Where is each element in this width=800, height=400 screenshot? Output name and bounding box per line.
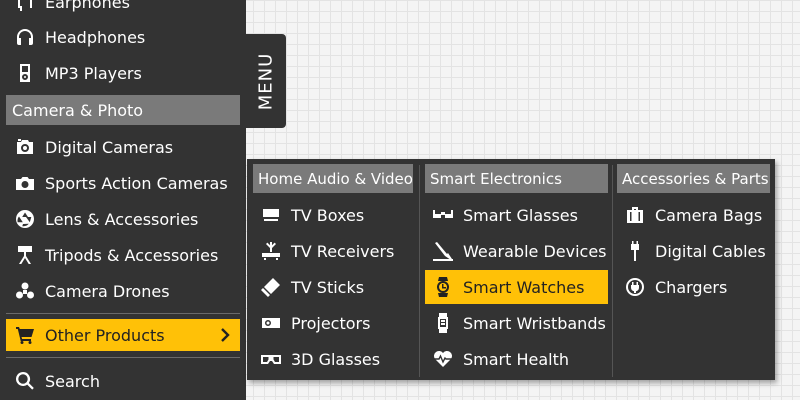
- menu-item-digital-cables[interactable]: Digital Cables: [617, 234, 770, 268]
- sidebar-section-camera-photo[interactable]: Camera & Photo: [6, 95, 240, 125]
- sidebar-item-label: Other Products: [45, 325, 165, 345]
- menu-item-smart-glasses[interactable]: Smart Glasses: [425, 198, 608, 232]
- menu-item-label: Smart Health: [463, 349, 570, 369]
- sidebar: Earphones Headphones MP3 Players Camera …: [0, 0, 246, 400]
- sidebar-item-label: Search: [45, 371, 100, 391]
- wristband-icon: [432, 313, 454, 333]
- menu-item-wearable-devices[interactable]: Wearable Devices: [425, 234, 608, 268]
- wearable-icon: [432, 241, 454, 261]
- menu-item-smart-health[interactable]: Smart Health: [425, 342, 608, 376]
- sidebar-item-earphones[interactable]: Earphones: [6, 0, 240, 18]
- menu-item-label: Smart Watches: [463, 277, 585, 297]
- sidebar-item-label: Headphones: [45, 27, 146, 47]
- menu-item-camera-bags[interactable]: Camera Bags: [617, 198, 770, 232]
- column-header[interactable]: Home Audio & Video: [253, 164, 413, 193]
- menu-tab-label: MENU: [255, 52, 277, 110]
- tripod-icon: [14, 245, 36, 265]
- sidebar-item-other-products[interactable]: Other Products: [6, 319, 240, 351]
- menu-item-label: TV Receivers: [291, 241, 395, 261]
- sidebar-divider: [6, 357, 240, 358]
- menu-item-3d-glasses[interactable]: 3D Glasses: [253, 342, 413, 376]
- mega-column-accessories-parts: Accessories & Parts Camera Bags Digital …: [613, 159, 775, 380]
- tv-receiver-icon: [260, 241, 282, 261]
- column-header[interactable]: Accessories & Parts: [617, 164, 770, 193]
- section-header-label: Camera & Photo: [12, 100, 144, 120]
- charger-plug-icon: [624, 277, 646, 297]
- menu-item-label: TV Sticks: [291, 277, 365, 297]
- sidebar-item-label: Sports Action Cameras: [45, 173, 228, 193]
- menu-item-label: TV Boxes: [291, 205, 365, 225]
- action-camera-icon: [14, 173, 36, 193]
- sidebar-item-search[interactable]: Search: [6, 365, 240, 397]
- menu-item-label: Camera Bags: [655, 205, 763, 225]
- sidebar-item-label: Earphones: [45, 0, 130, 12]
- sidebar-item-tripods-accessories[interactable]: Tripods & Accessories: [6, 239, 240, 271]
- tv-stick-icon: [260, 277, 282, 297]
- menu-item-label: Wearable Devices: [463, 241, 607, 261]
- heartbeat-icon: [432, 349, 454, 369]
- menu-item-label: 3D Glasses: [291, 349, 381, 369]
- sidebar-item-digital-cameras[interactable]: Digital Cameras: [6, 131, 240, 163]
- menu-item-label: Chargers: [655, 277, 728, 297]
- drone-icon: [14, 281, 36, 301]
- menu-item-smart-watches[interactable]: Smart Watches: [425, 270, 608, 304]
- menu-item-label: Smart Wristbands: [463, 313, 606, 333]
- menu-item-projectors[interactable]: Projectors: [253, 306, 413, 340]
- camera-bag-icon: [624, 205, 646, 225]
- 3d-glasses-icon: [260, 349, 282, 369]
- sidebar-item-mp3-players[interactable]: MP3 Players: [6, 57, 240, 89]
- smart-glasses-icon: [432, 205, 454, 225]
- sidebar-item-label: MP3 Players: [45, 63, 142, 83]
- menu-item-smart-wristbands[interactable]: Smart Wristbands: [425, 306, 608, 340]
- sidebar-item-headphones[interactable]: Headphones: [6, 21, 240, 53]
- cart-icon: [14, 325, 36, 345]
- mega-column-smart-electronics: Smart Electronics Smart Glasses Wearable…: [420, 159, 610, 380]
- menu-item-label: Digital Cables: [655, 241, 766, 261]
- sidebar-item-lens-accessories[interactable]: Lens & Accessories: [6, 203, 240, 235]
- mega-menu-panel: Home Audio & Video TV Boxes TV Receivers…: [247, 159, 775, 380]
- projector-icon: [260, 313, 282, 333]
- search-icon: [14, 371, 36, 391]
- sidebar-item-label: Tripods & Accessories: [45, 245, 219, 265]
- headphones-icon: [14, 27, 36, 47]
- lens-icon: [14, 209, 36, 229]
- menu-item-tv-receivers[interactable]: TV Receivers: [253, 234, 413, 268]
- menu-item-tv-sticks[interactable]: TV Sticks: [253, 270, 413, 304]
- usb-cable-icon: [624, 241, 646, 261]
- tv-box-icon: [260, 205, 282, 225]
- sidebar-item-camera-drones[interactable]: Camera Drones: [6, 275, 240, 307]
- mp3-player-icon: [14, 63, 36, 83]
- menu-toggle-tab[interactable]: MENU: [246, 34, 286, 128]
- sidebar-item-label: Camera Drones: [45, 281, 170, 301]
- smart-watch-icon: [432, 277, 454, 297]
- menu-item-chargers[interactable]: Chargers: [617, 270, 770, 304]
- column-header[interactable]: Smart Electronics: [425, 164, 608, 193]
- sidebar-divider: [6, 313, 240, 314]
- menu-item-tv-boxes[interactable]: TV Boxes: [253, 198, 413, 232]
- mega-column-home-audio-video: Home Audio & Video TV Boxes TV Receivers…: [247, 159, 419, 380]
- digital-camera-icon: [14, 137, 36, 157]
- sidebar-item-label: Lens & Accessories: [45, 209, 199, 229]
- sidebar-item-label: Digital Cameras: [45, 137, 174, 157]
- menu-item-label: Smart Glasses: [463, 205, 578, 225]
- earphones-icon: [14, 0, 36, 12]
- sidebar-item-sports-action-cameras[interactable]: Sports Action Cameras: [6, 167, 240, 199]
- chevron-right-icon: [216, 326, 234, 344]
- menu-item-label: Projectors: [291, 313, 371, 333]
